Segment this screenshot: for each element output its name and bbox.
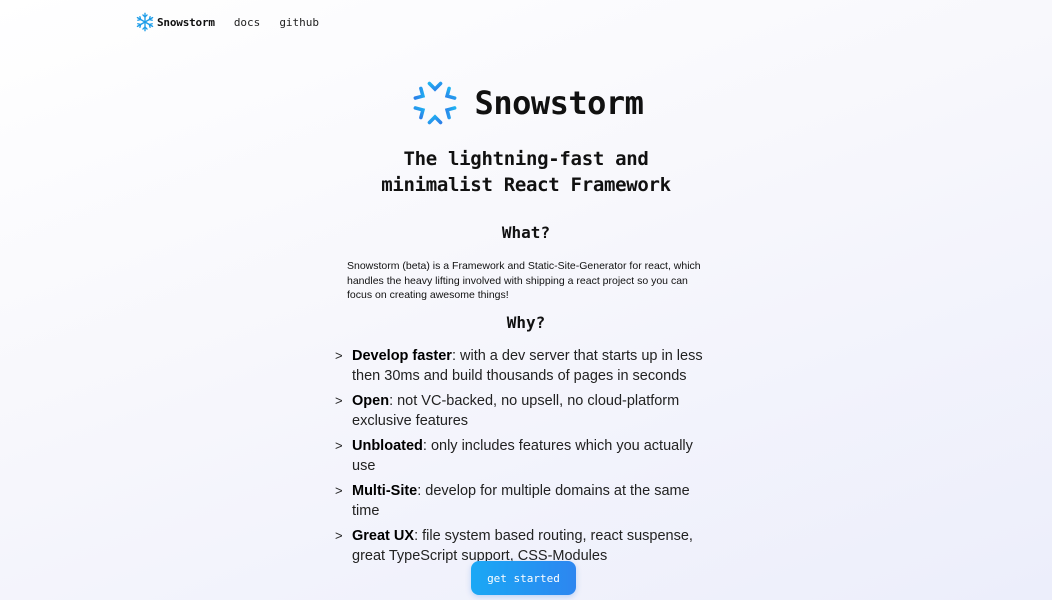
bullet-arrow: > bbox=[335, 483, 343, 498]
feature-item: > Unbloated: only includes features whic… bbox=[335, 436, 705, 476]
feature-title: Great UX bbox=[352, 528, 415, 544]
feature-item: > Develop faster: with a dev server that… bbox=[335, 346, 705, 386]
feature-title: Unbloated bbox=[352, 438, 423, 454]
feature-title: Develop faster bbox=[352, 348, 452, 364]
tagline: The lightning-fast and minimalist React … bbox=[0, 146, 1052, 198]
bullet-arrow: > bbox=[335, 528, 343, 543]
nav-link-docs[interactable]: docs bbox=[234, 16, 261, 29]
snowflake-icon bbox=[411, 77, 458, 129]
feature-body: Great UX: file system based routing, rea… bbox=[352, 526, 705, 566]
feature-item: > Open: not VC-backed, no upsell, no clo… bbox=[335, 391, 705, 431]
feature-body: Unbloated: only includes features which … bbox=[352, 436, 705, 476]
feature-title: Open bbox=[352, 393, 390, 409]
feature-title: Multi-Site bbox=[352, 483, 418, 499]
hero-header: Snowstorm bbox=[0, 75, 1052, 131]
bullet-arrow: > bbox=[335, 348, 343, 363]
feature-body: Multi-Site: develop for multiple domains… bbox=[352, 481, 705, 521]
bullet-arrow: > bbox=[335, 438, 343, 453]
top-nav: Snowstorm docs github bbox=[135, 11, 319, 33]
feature-body: Develop faster: with a dev server that s… bbox=[352, 346, 705, 386]
tagline-line-1: The lightning-fast and bbox=[403, 148, 649, 170]
tagline-line-2: minimalist React Framework bbox=[381, 174, 671, 196]
feature-text: : not VC-backed, no upsell, no cloud-pla… bbox=[352, 393, 680, 429]
hero-title: Snowstorm bbox=[474, 84, 644, 122]
bullet-arrow: > bbox=[335, 393, 343, 408]
feature-item: > Multi-Site: develop for multiple domai… bbox=[335, 481, 705, 521]
feature-list: > Develop faster: with a dev server that… bbox=[335, 346, 705, 571]
nav-brand-link[interactable]: Snowstorm bbox=[135, 12, 215, 32]
get-started-button[interactable]: get started bbox=[471, 561, 576, 595]
snowflake-icon bbox=[136, 12, 154, 32]
feature-body: Open: not VC-backed, no upsell, no cloud… bbox=[352, 391, 705, 431]
what-description: Snowstorm (beta) is a Framework and Stat… bbox=[347, 260, 701, 301]
nav-brand-name: Snowstorm bbox=[157, 15, 215, 29]
what-heading: What? bbox=[501, 223, 551, 242]
why-heading: Why? bbox=[506, 313, 546, 332]
feature-item: > Great UX: file system based routing, r… bbox=[335, 526, 705, 566]
nav-link-github[interactable]: github bbox=[279, 16, 319, 29]
